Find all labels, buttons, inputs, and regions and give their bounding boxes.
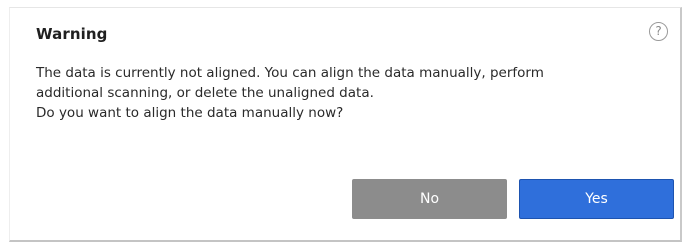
help-icon[interactable]: ?	[649, 22, 668, 41]
dialog-message: The data is currently not aligned. You c…	[36, 63, 636, 123]
yes-button[interactable]: Yes	[519, 179, 674, 219]
message-line: The data is currently not aligned. You c…	[36, 65, 544, 81]
message-line: additional scanning, or delete the unali…	[36, 85, 374, 101]
warning-dialog: Warning ? The data is currently not alig…	[9, 7, 682, 242]
no-button[interactable]: No	[352, 179, 507, 219]
message-line: Do you want to align the data manually n…	[36, 105, 344, 121]
dialog-title: Warning	[36, 25, 108, 43]
